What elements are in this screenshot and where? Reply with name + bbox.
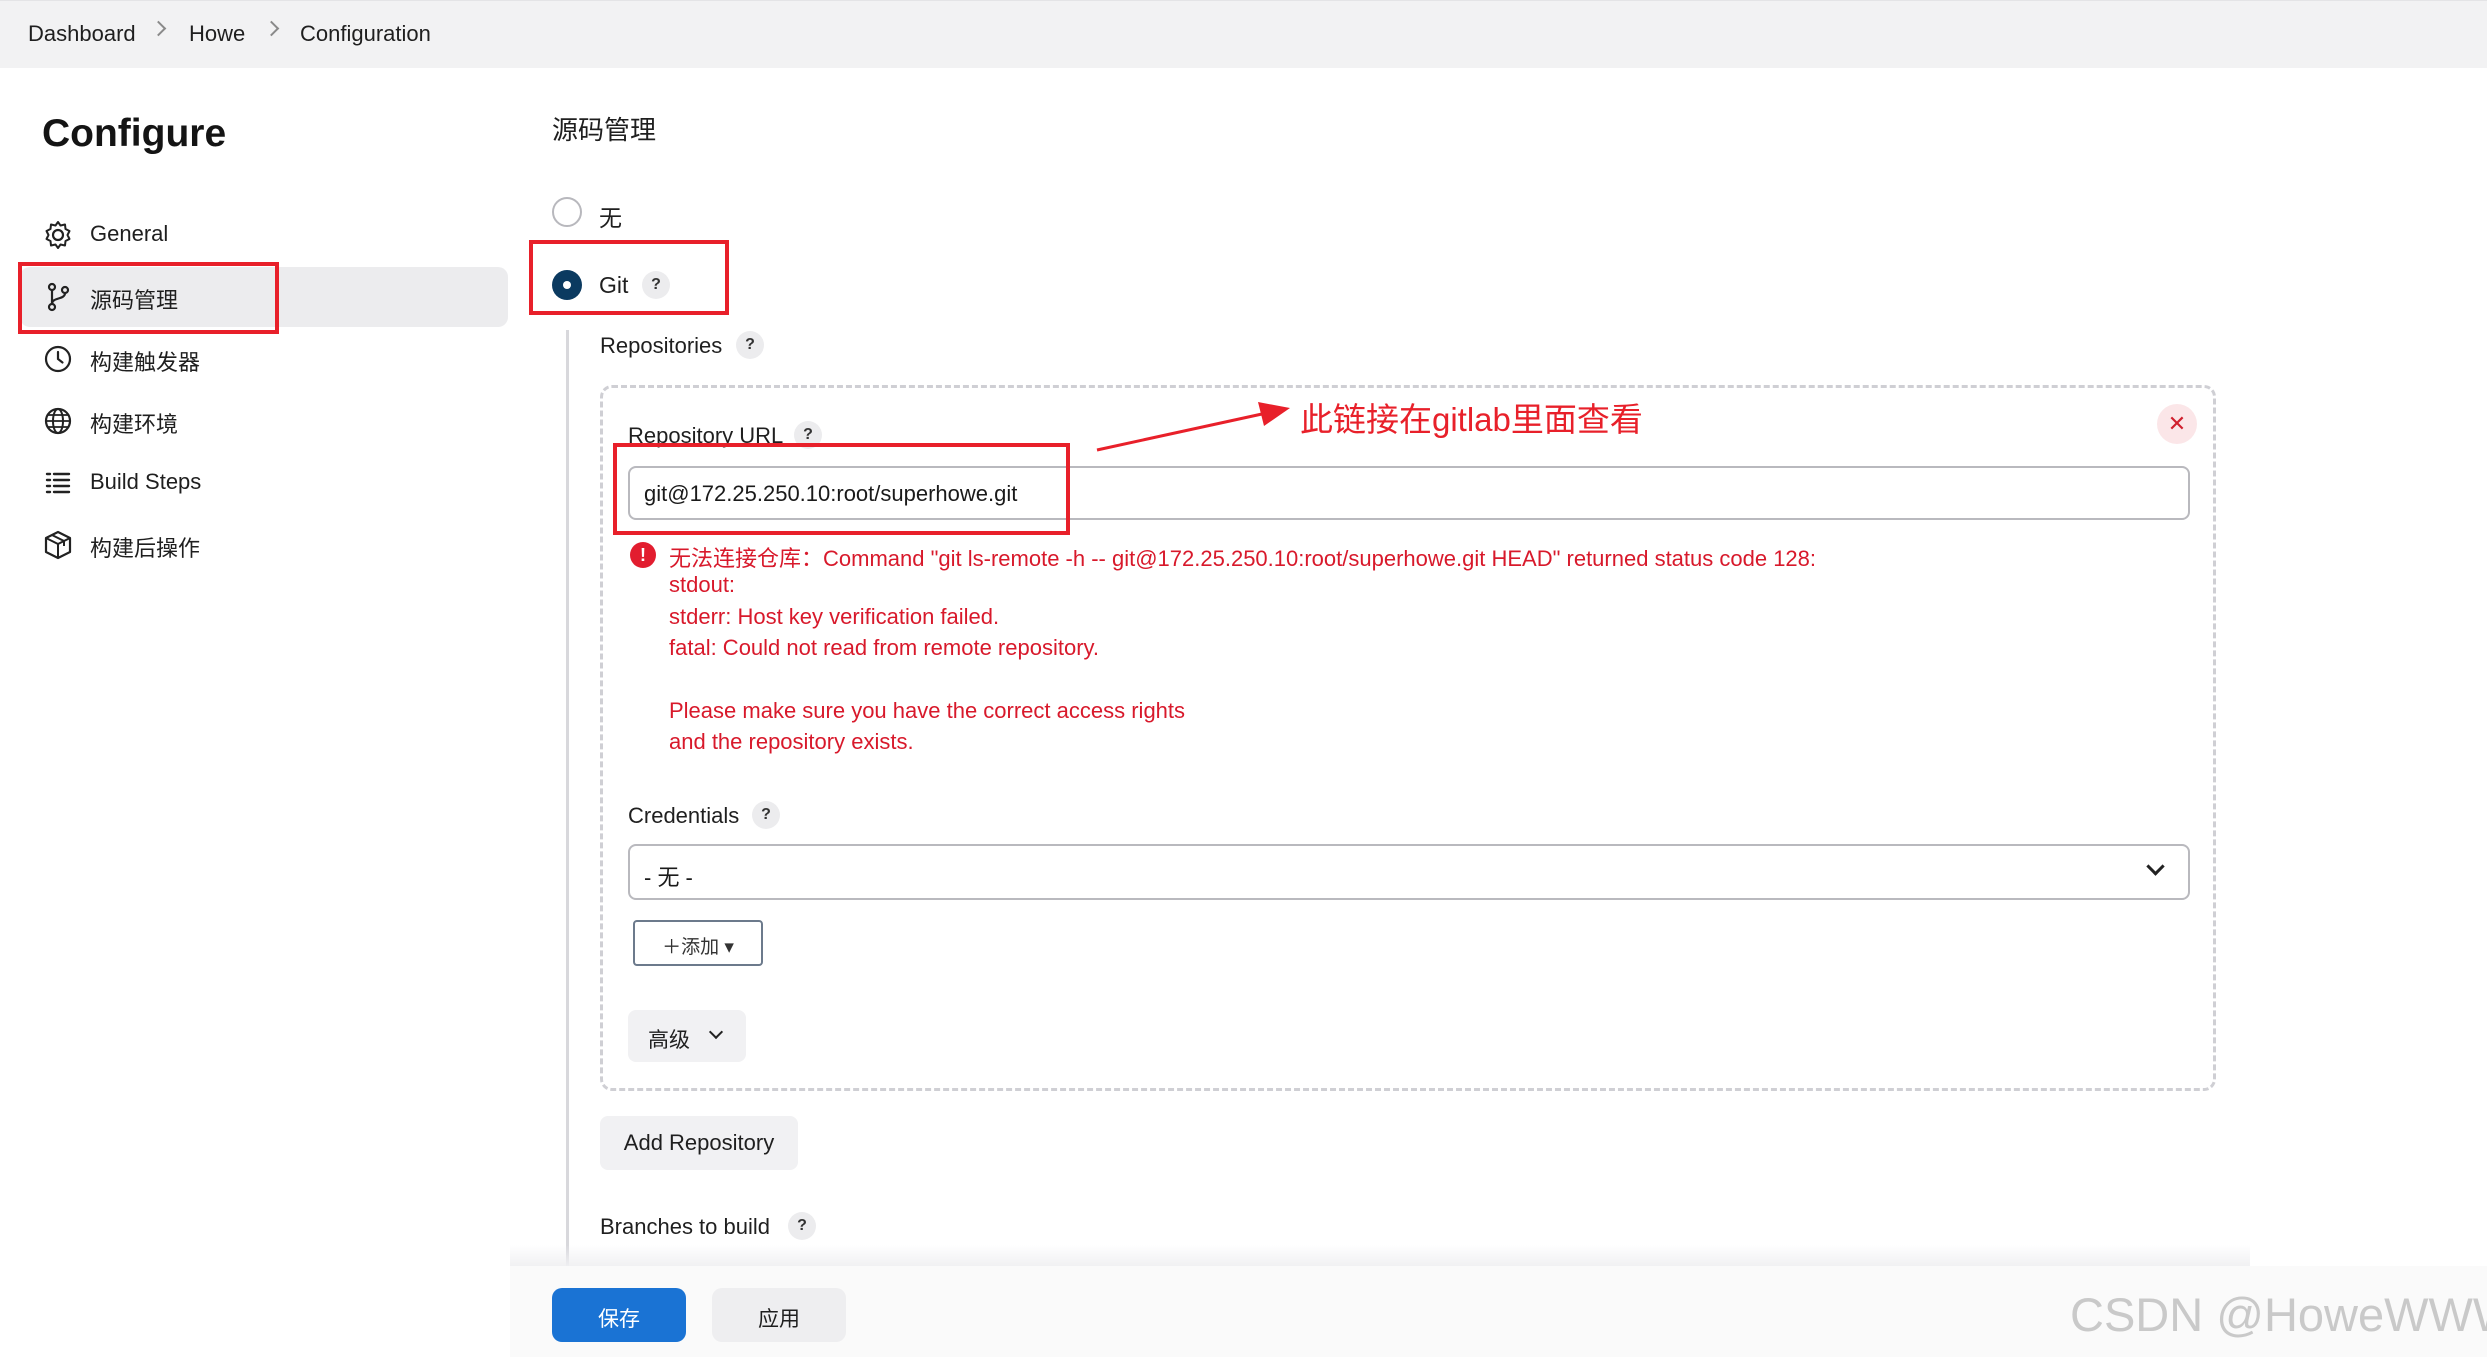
watermark: CSDN @HoweWWW bbox=[2070, 1288, 2487, 1341]
apply-label: 应用 bbox=[758, 1308, 800, 1331]
save-label: 保存 bbox=[598, 1308, 640, 1331]
save-button[interactable]: 保存 bbox=[552, 1288, 686, 1342]
annotation-text: 此链接在gitlab里面查看 bbox=[1300, 401, 1643, 438]
footer-shadow bbox=[510, 1245, 2250, 1267]
annotation-arrow-icon bbox=[1096, 402, 1290, 452]
apply-button[interactable]: 应用 bbox=[712, 1288, 846, 1342]
